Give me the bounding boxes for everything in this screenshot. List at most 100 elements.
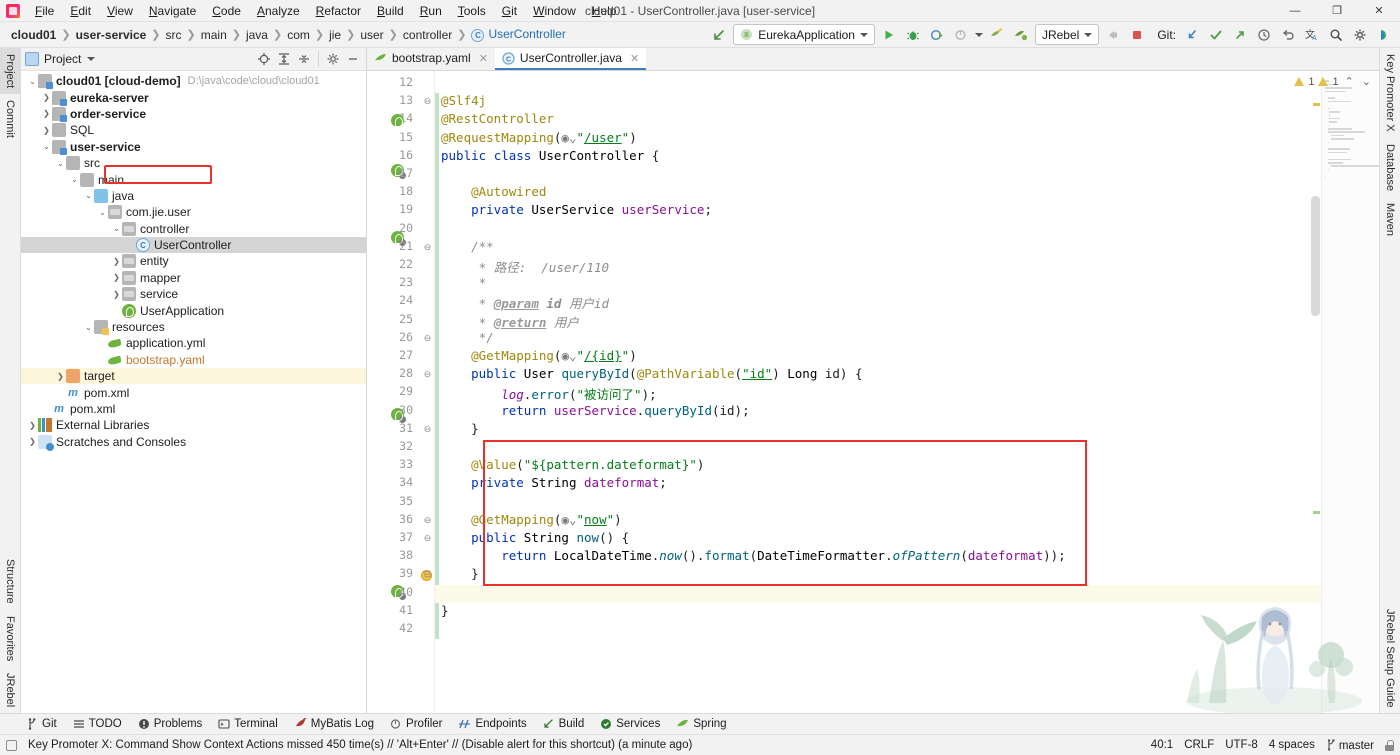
- tree-node-userapplication[interactable]: UserApplication: [21, 302, 366, 318]
- chevron-down-icon[interactable]: ⌄: [41, 141, 52, 152]
- stripe-info-mark[interactable]: [1313, 511, 1320, 514]
- chevron-right-icon[interactable]: ❯: [41, 92, 52, 103]
- chevron-down-icon[interactable]: ⌄: [111, 223, 122, 234]
- fold-marker[interactable]: ⊖: [422, 242, 433, 253]
- spring-bean-gutter-icon[interactable]: [391, 114, 404, 128]
- menu-view[interactable]: View: [99, 2, 141, 20]
- tree-node-main[interactable]: ⌄ main: [21, 171, 366, 187]
- chevron-right-icon[interactable]: ❯: [41, 108, 52, 119]
- error-stripe[interactable]: [1311, 71, 1320, 713]
- breadcrumb-src[interactable]: src: [163, 28, 185, 42]
- fold-marker[interactable]: ⊖: [422, 424, 433, 435]
- menu-navigate[interactable]: Navigate: [141, 2, 204, 20]
- code-minimap[interactable]: [1321, 71, 1379, 713]
- breadcrumb-java[interactable]: java: [243, 28, 271, 42]
- tree-node-order-service[interactable]: ❯ order-service: [21, 106, 366, 122]
- tool-tab-structure[interactable]: Structure: [0, 553, 20, 610]
- menu-file[interactable]: File: [27, 2, 62, 20]
- close-button[interactable]: ✕: [1358, 0, 1400, 22]
- close-tab-icon[interactable]: ✕: [630, 52, 639, 65]
- menu-git[interactable]: Git: [494, 2, 525, 20]
- chevron-right-icon[interactable]: ❯: [27, 436, 38, 447]
- fold-marker[interactable]: ⊖: [422, 333, 433, 344]
- maximize-button[interactable]: ❐: [1316, 0, 1358, 22]
- tool-tab-maven[interactable]: Maven: [1380, 197, 1400, 242]
- tree-node-java[interactable]: ⌄ java: [21, 188, 366, 204]
- menu-tools[interactable]: Tools: [450, 2, 494, 20]
- chevron-down-icon[interactable]: ⌄: [83, 190, 94, 201]
- expand-all-icon[interactable]: [275, 50, 293, 68]
- run-configuration-selector[interactable]: EurekaApplication: [733, 24, 875, 45]
- chevron-right-icon[interactable]: ❯: [111, 256, 122, 267]
- commit-icon[interactable]: [1206, 25, 1226, 45]
- tree-node-com-jie-user[interactable]: ⌄ com.jie.user: [21, 204, 366, 220]
- breadcrumb-com[interactable]: com: [284, 28, 313, 42]
- tool-window-profiler[interactable]: Profiler: [383, 717, 449, 731]
- code-content[interactable]: @Slf4j @RestController @RequestMapping(◉⌄"…: [435, 71, 1379, 713]
- chevron-right-icon[interactable]: ❯: [27, 420, 38, 431]
- file-encoding[interactable]: UTF-8: [1225, 739, 1258, 751]
- menu-code[interactable]: Code: [204, 2, 249, 20]
- chevron-down-icon[interactable]: ⌄: [97, 207, 108, 218]
- tree-node-sql[interactable]: ❯ SQL: [21, 122, 366, 138]
- tree-node-resources[interactable]: ⌄ resources: [21, 319, 366, 336]
- breadcrumb-main[interactable]: main: [198, 28, 230, 42]
- chevron-right-icon[interactable]: ❯: [111, 289, 122, 300]
- breadcrumb-jie[interactable]: jie: [326, 28, 344, 42]
- editor-gutter[interactable]: 12 13 14 15 16 17 18 19 20 21 22 23 24 25 26 27 28 29 30 31…: [367, 71, 419, 713]
- tool-window-problems[interactable]: Problems: [131, 717, 210, 731]
- gear-icon[interactable]: [1350, 25, 1370, 45]
- breadcrumb-usercontroller[interactable]: C UserController: [468, 27, 568, 42]
- history-icon[interactable]: [1254, 25, 1274, 45]
- update-project-icon[interactable]: [1182, 25, 1202, 45]
- tree-node-cloud01-cloud-demo-[interactable]: ⌄ cloud01 [cloud-demo] D:\java\code\cloud\…: [21, 73, 366, 90]
- run-with-coverage-icon[interactable]: [927, 25, 947, 45]
- caret-position[interactable]: 40:1: [1151, 739, 1173, 751]
- inspection-widget[interactable]: 1 1 ⌃ ⌄: [1294, 75, 1373, 88]
- jrebel-run-icon[interactable]: [987, 25, 1007, 45]
- tool-window-services[interactable]: Services: [593, 717, 667, 731]
- menu-run[interactable]: Run: [412, 2, 450, 20]
- tree-node-user-service[interactable]: ⌄ user-service: [21, 139, 366, 155]
- settings-icon[interactable]: [324, 50, 342, 68]
- menu-refactor[interactable]: Refactor: [308, 2, 369, 20]
- fold-marker[interactable]: ⊖: [422, 96, 433, 107]
- minimize-button[interactable]: —: [1274, 0, 1316, 22]
- translate-icon[interactable]: 文A: [1302, 25, 1322, 45]
- tool-window-spring[interactable]: Spring: [669, 717, 733, 731]
- indent-setting[interactable]: 4 spaces: [1269, 739, 1315, 751]
- tool-tab-jrebel-setup-guide[interactable]: JRebel Setup Guide: [1380, 603, 1400, 713]
- tree-node-target[interactable]: ❯ target: [21, 368, 366, 385]
- stop-red-icon[interactable]: [1127, 25, 1147, 45]
- tree-node-usercontroller[interactable]: C UserController: [21, 236, 366, 254]
- line-separator[interactable]: CRLF: [1184, 739, 1214, 751]
- tool-tab-favorites[interactable]: Favorites: [0, 610, 20, 667]
- tool-tab-jrebel[interactable]: JRebel: [0, 667, 20, 713]
- lock-icon[interactable]: [1385, 739, 1394, 751]
- breadcrumb-cloud01[interactable]: cloud01: [8, 28, 59, 42]
- chevron-down-icon[interactable]: [87, 57, 96, 61]
- push-icon[interactable]: [1230, 25, 1250, 45]
- chevron-right-icon[interactable]: ❯: [111, 272, 122, 283]
- search-icon[interactable]: [1326, 25, 1346, 45]
- chevron-right-icon[interactable]: ❯: [55, 371, 66, 382]
- fold-gutter[interactable]: ⊖ ⊖ ⊖ ⊖ ⊖ ⊖ ⊖ ⊟: [419, 71, 435, 713]
- fold-marker[interactable]: ⊖: [422, 533, 433, 544]
- breadcrumb-user[interactable]: user: [357, 28, 386, 42]
- fold-marker[interactable]: ⊖: [422, 369, 433, 380]
- tree-node-pom-xml[interactable]: m pom.xml: [21, 384, 366, 400]
- tree-node-application-yml[interactable]: application.yml: [21, 335, 366, 351]
- prev-problem-icon[interactable]: ⌃: [1343, 75, 1356, 88]
- tool-window-mybatis-log[interactable]: MyBatis Log: [287, 717, 381, 731]
- breadcrumb-controller[interactable]: controller: [400, 28, 455, 42]
- tool-window-endpoints[interactable]: Endpoints: [451, 717, 533, 731]
- editor-tab-usercontroller-java[interactable]: C UserController.java ✕: [494, 48, 647, 70]
- chevron-down-icon[interactable]: ⌄: [83, 322, 94, 333]
- tool-window-git[interactable]: Git: [20, 717, 64, 731]
- fold-marker[interactable]: ⊖: [422, 515, 433, 526]
- jrebel-debug-icon[interactable]: [1011, 25, 1031, 45]
- ide-icon[interactable]: [1374, 25, 1394, 45]
- tool-tab-project[interactable]: Project: [0, 48, 20, 95]
- chevron-down-icon[interactable]: ⌄: [27, 76, 38, 87]
- tree-node-bootstrap-yaml[interactable]: bootstrap.yaml: [21, 352, 366, 368]
